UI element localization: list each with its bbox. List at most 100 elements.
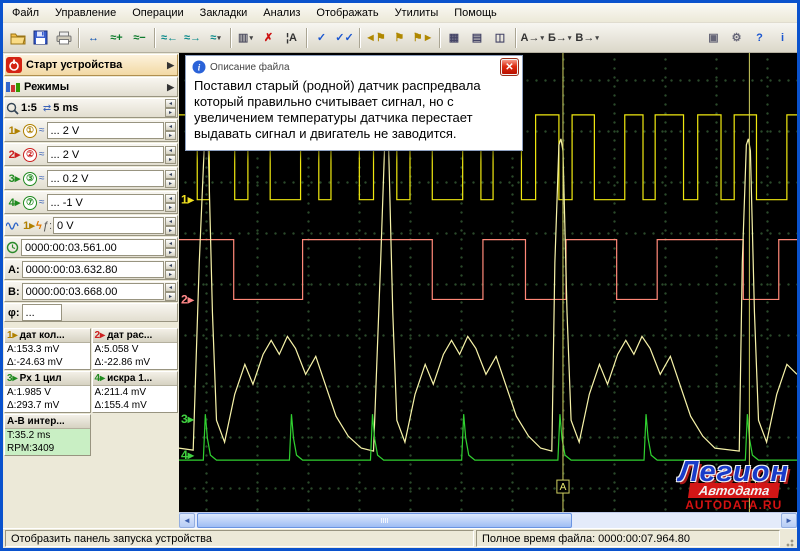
- coupling-icon[interactable]: ≈: [39, 173, 45, 184]
- phase-field[interactable]: ...: [22, 304, 62, 321]
- stepper-down-button[interactable]: ▸: [165, 155, 176, 164]
- stepper-up-button[interactable]: ◂: [165, 194, 176, 203]
- cursor-a-field[interactable]: 0000:00:03.632.80: [22, 261, 164, 278]
- list-view-button[interactable]: ▤: [466, 26, 489, 49]
- close-icon[interactable]: ✕: [501, 59, 518, 75]
- signal-next-button[interactable]: ≈→: [181, 26, 204, 49]
- dropdown-arrow-icon[interactable]: ▾: [568, 34, 572, 42]
- measurement-cell-1[interactable]: 1▸дат кол...A:153.3 mVΔ:-24.63 mV: [4, 328, 91, 370]
- scrollbar-thumb[interactable]: [197, 513, 572, 528]
- stepper-down-button[interactable]: ▸: [165, 226, 176, 235]
- measurements-button[interactable]: ▥▾: [234, 26, 257, 49]
- time-position-field[interactable]: 0000:00:03.561.00: [21, 239, 164, 256]
- signal-prev-button[interactable]: ≈←: [158, 26, 181, 49]
- confirm-button[interactable]: ✓: [310, 26, 333, 49]
- measurement-cell-4[interactable]: 4▸искра 1...A:211.4 mVΔ:155.4 mV: [92, 371, 179, 413]
- scroll-right-button[interactable]: ►: [781, 513, 797, 528]
- channel-scale-field[interactable]: ... 2 V: [47, 146, 165, 163]
- stepper-up-button[interactable]: ◂: [165, 99, 176, 108]
- help-button[interactable]: ?: [748, 26, 771, 49]
- channel-scale-field[interactable]: ... -1 V: [47, 194, 165, 211]
- menu-item-view[interactable]: Отображать: [308, 3, 386, 22]
- timebase-value[interactable]: 5 ms: [53, 102, 78, 114]
- scope-channel-marker-1[interactable]: 1▸: [181, 193, 195, 207]
- measurement-cell-3[interactable]: 3▸Px 1 цилA:1.985 VΔ:293.7 mV: [4, 371, 91, 413]
- oscilloscope-canvas[interactable]: AB1▸2▸3▸4▸ i Описание файла ✕ Поставил с…: [179, 53, 797, 512]
- confirm-all-button[interactable]: ✓✓: [333, 26, 356, 49]
- cursor-b-field[interactable]: 0000:00:03.668.00: [22, 283, 164, 300]
- stepper-down-button[interactable]: ▸: [165, 179, 176, 188]
- scope-channel-marker-3[interactable]: 3▸: [181, 412, 195, 426]
- bookmark-prev-button[interactable]: ◄⚑: [363, 26, 388, 49]
- zoom-time-out-button[interactable]: ≈−: [128, 26, 151, 49]
- open-file-button[interactable]: [6, 26, 29, 49]
- probe-icon[interactable]: ③: [23, 172, 37, 186]
- stepper-up-button[interactable]: ◂: [165, 283, 176, 292]
- dropdown-arrow-icon[interactable]: ▾: [540, 34, 544, 42]
- bookmark-next-button[interactable]: ⚑►: [411, 26, 436, 49]
- stepper-up-button[interactable]: ◂: [165, 122, 176, 131]
- dropdown-arrow-icon[interactable]: ▾: [217, 34, 221, 42]
- menu-item-analysis[interactable]: Анализ: [255, 3, 308, 22]
- settings-button[interactable]: ⚙: [725, 26, 748, 49]
- menu-item-help[interactable]: Помощь: [446, 3, 505, 22]
- stepper-down-button[interactable]: ▸: [165, 131, 176, 140]
- probe-icon[interactable]: ⑦: [23, 196, 37, 210]
- coupling-icon[interactable]: ≈: [39, 125, 45, 136]
- sync-level-field[interactable]: 0 V: [53, 217, 164, 234]
- scope-channel-marker-4[interactable]: 4▸: [181, 448, 195, 462]
- dropdown-arrow-icon[interactable]: ▾: [595, 34, 599, 42]
- menu-item-bookmarks[interactable]: Закладки: [192, 3, 256, 22]
- menu-item-control[interactable]: Управление: [47, 3, 124, 22]
- channel-scale-field[interactable]: ... 0.2 V: [47, 170, 165, 187]
- scroll-left-button[interactable]: ◄: [179, 513, 195, 528]
- zoom-time-in-button[interactable]: ≈+: [105, 26, 128, 49]
- delete-measurement-button[interactable]: ✗: [257, 26, 280, 49]
- zoom-ratio-value[interactable]: 1:5: [21, 102, 37, 114]
- scrollbar-track[interactable]: [195, 513, 781, 528]
- start-device-button[interactable]: Старт устройства ▶: [4, 54, 178, 76]
- cursor-b-stepper: ◂▸: [165, 283, 176, 301]
- signal-options-button[interactable]: ≈▾: [204, 26, 227, 49]
- menu-item-utilities[interactable]: Утилиты: [387, 3, 447, 22]
- stepper-down-button[interactable]: ▸: [165, 292, 176, 301]
- dialog-title: Описание файла: [210, 62, 290, 73]
- probe-icon[interactable]: ②: [23, 148, 37, 162]
- measurement-cell-5[interactable]: A-В интер...T:35.2 msRPM:3409: [4, 414, 91, 456]
- menu-item-operations[interactable]: Операции: [124, 3, 191, 22]
- resize-grip[interactable]: [782, 530, 795, 547]
- fit-signal-button[interactable]: ↔: [82, 26, 105, 49]
- measurement-cell-2[interactable]: 2▸дат рас...A:5.058 VΔ:-22.86 mV: [92, 328, 179, 370]
- stepper-down-button[interactable]: ▸: [165, 270, 176, 279]
- bookmark-add-button[interactable]: ⚑: [388, 26, 411, 49]
- stepper-down-button[interactable]: ▸: [165, 108, 176, 117]
- horizontal-scrollbar[interactable]: ◄ ►: [179, 512, 797, 528]
- stepper-down-button[interactable]: ▸: [165, 203, 176, 212]
- stepper-down-button[interactable]: ▸: [165, 248, 176, 257]
- stepper-up-button[interactable]: ◂: [165, 146, 176, 155]
- about-button[interactable]: i: [771, 26, 794, 49]
- scope-channel-marker-2[interactable]: 2▸: [181, 293, 195, 307]
- stepper-up-button[interactable]: ◂: [165, 261, 176, 270]
- printer-icon: [56, 31, 72, 45]
- modes-button[interactable]: Режимы ▶: [4, 77, 178, 97]
- print-button[interactable]: [52, 26, 75, 49]
- coupling-icon[interactable]: ≈: [39, 197, 45, 208]
- coupling-icon[interactable]: ≈: [39, 149, 45, 160]
- stepper-up-button[interactable]: ◂: [165, 239, 176, 248]
- panel-layout-button[interactable]: ▣: [702, 26, 725, 49]
- stepper-up-button[interactable]: ◂: [165, 170, 176, 179]
- split-view-button[interactable]: ◫: [489, 26, 512, 49]
- channel-scale-field[interactable]: ... 2 V: [47, 122, 165, 139]
- preset-a-button[interactable]: А→▾: [519, 26, 546, 49]
- probe-icon[interactable]: ①: [23, 124, 37, 138]
- grid-view-button[interactable]: ▦: [443, 26, 466, 49]
- save-file-button[interactable]: [29, 26, 52, 49]
- menu-bar: ФайлУправлениеОперацииЗакладкиАнализОтоб…: [3, 3, 797, 23]
- stepper-up-button[interactable]: ◂: [165, 217, 176, 226]
- dropdown-arrow-icon[interactable]: ▾: [249, 34, 253, 42]
- preset-c-button[interactable]: В→▾: [573, 26, 600, 49]
- menu-item-file[interactable]: Файл: [4, 3, 47, 22]
- cursor-mode-button[interactable]: ¦A: [280, 26, 303, 49]
- preset-b-button[interactable]: Б→▾: [546, 26, 573, 49]
